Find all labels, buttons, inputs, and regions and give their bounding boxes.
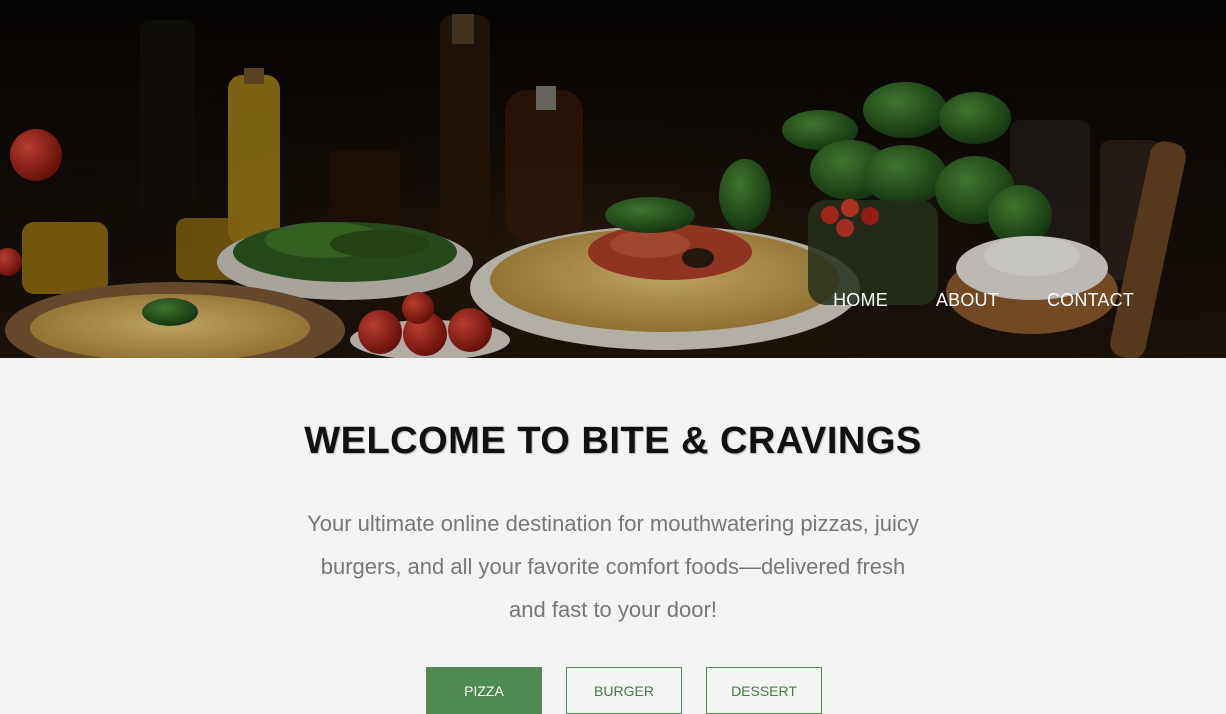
tab-dessert[interactable]: DESSERT (706, 667, 822, 714)
tagline-line-2: burgers, and all your favorite comfort f… (320, 554, 906, 579)
nav-home-link[interactable]: HOME (833, 290, 888, 311)
nav-contact-link[interactable]: CONTACT (1047, 290, 1134, 311)
hero-banner: HOME ABOUT CONTACT (0, 0, 1226, 358)
nav-about-link[interactable]: ABOUT (936, 290, 999, 311)
tagline-line-3: and fast to your door! (509, 597, 717, 622)
page-title: WELCOME TO BITE & CRAVINGS (304, 420, 922, 462)
tab-burger[interactable]: BURGER (566, 667, 682, 714)
category-tabs: PIZZA BURGER DESSERT (426, 667, 822, 714)
tab-pizza[interactable]: PIZZA (426, 667, 542, 714)
tagline-line-1: Your ultimate online destination for mou… (307, 511, 919, 536)
welcome-section: WELCOME TO BITE & CRAVINGS Your ultimate… (0, 358, 1226, 714)
main-nav: HOME ABOUT CONTACT (833, 290, 1134, 311)
tagline: Your ultimate online destination for mou… (263, 502, 963, 631)
